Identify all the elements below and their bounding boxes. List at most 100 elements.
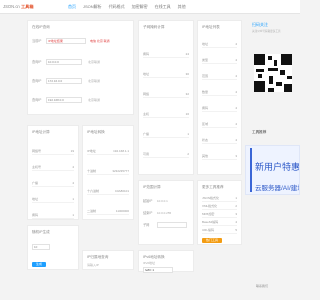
row-value: 192.168.1.1 bbox=[113, 149, 129, 153]
query-input[interactable]: 192.168.0.0 bbox=[46, 96, 82, 103]
lookup-result: 电信 北京 联通 bbox=[90, 38, 110, 43]
row-value: 4 bbox=[72, 165, 74, 169]
generate-button[interactable]: 生成 bbox=[32, 262, 46, 267]
tool-value: 2 bbox=[235, 204, 237, 208]
list-row: 类型 4 bbox=[202, 57, 237, 64]
row-label: 十进制 bbox=[87, 169, 97, 173]
nav-format[interactable]: 代码格式 bbox=[109, 4, 125, 10]
row-label: 掩码 bbox=[143, 52, 150, 56]
tool-value: 5 bbox=[235, 228, 237, 232]
tool-item[interactable]: Base64编码 4 bbox=[202, 219, 237, 226]
convert-row: IP地址 192.168.1.1 bbox=[87, 148, 129, 155]
row-value: 4 bbox=[235, 74, 237, 78]
mask-row: 主机 16 bbox=[143, 111, 189, 118]
row-label: 类型 bbox=[202, 58, 209, 62]
promo-banner[interactable]: 新用户特惠专 云服务器/AI/建站 bbox=[245, 145, 300, 195]
row-value: 4 bbox=[235, 106, 237, 110]
panel-title: 更多工具推荐 bbox=[202, 185, 224, 189]
row-value: 11000000 bbox=[115, 209, 129, 213]
row-label: 数量 bbox=[202, 90, 209, 94]
hot-tools-button[interactable]: 热门工具 bbox=[202, 238, 222, 243]
query-label: 查询IP bbox=[32, 79, 42, 83]
panel-title: IP地址转换 bbox=[87, 130, 105, 134]
row-label: 广播 bbox=[32, 181, 39, 185]
list-row: 数量 4 bbox=[202, 89, 237, 96]
ip-location-panel: IP归属地查询 请输入IP bbox=[82, 250, 134, 270]
tool-item[interactable]: JSON格式化 1 bbox=[202, 195, 237, 202]
range-value: 10.0.0.1 bbox=[157, 198, 168, 203]
panel-title: IPv6地址转换 bbox=[143, 255, 165, 259]
convert-row: 二进制 11000000 bbox=[87, 208, 129, 215]
banner-accent bbox=[250, 148, 252, 192]
cidr-row: 网络号 19 bbox=[32, 148, 74, 155]
location-input[interactable]: 请输入IP bbox=[87, 263, 99, 267]
row-value: 1 bbox=[72, 197, 74, 201]
list-row: 范围 4 bbox=[202, 73, 237, 80]
query-row: 查询IP 192.168.0.0 北京联通 bbox=[32, 96, 100, 103]
row-value: 4 bbox=[235, 90, 237, 94]
panel-title: 在线IP查询 bbox=[32, 25, 50, 29]
convert-panel: IP地址转换 IP地址 192.168.1.1 十进制 3232235777 十六进… bbox=[82, 125, 134, 220]
lookup-input[interactable]: IP地址结果 bbox=[46, 37, 86, 44]
cidr-row: 地址 1 bbox=[32, 196, 74, 203]
tool-item[interactable]: MD5加密 3 bbox=[202, 211, 237, 218]
cidr-row: 掩码 1 bbox=[32, 212, 74, 219]
nav-json[interactable]: JSON解析 bbox=[83, 4, 102, 10]
mask-row: 网络 32 bbox=[143, 91, 189, 98]
row-value: 3232235777 bbox=[112, 169, 129, 173]
query-label: 查询IP bbox=[32, 60, 42, 64]
row-value: 16 bbox=[185, 112, 189, 116]
row-value: 1 bbox=[187, 132, 189, 136]
site-logo[interactable]: JSON.cn 工具箱 bbox=[3, 4, 34, 10]
row-label: 地址 bbox=[202, 42, 209, 46]
count-input[interactable]: 10 bbox=[32, 244, 50, 250]
range-value: 10.0.0.255 bbox=[157, 210, 172, 215]
nav-other[interactable]: 其他 bbox=[178, 4, 186, 10]
row-label: 可用 bbox=[143, 152, 150, 156]
tool-label: JSON格式化 bbox=[202, 196, 220, 200]
row-label: 广播 bbox=[143, 132, 150, 136]
query-row: 查询IP 10.0.0.0 北京联通 bbox=[32, 58, 100, 65]
row-value: 1 bbox=[72, 213, 74, 217]
banner-headline: 新用户特惠专 bbox=[255, 162, 300, 172]
list-row: 其他 3 bbox=[202, 153, 237, 160]
range-panel: IP范围计算 起始IP 10.0.0.1 结束IP 10.0.0.255 子网 bbox=[138, 180, 194, 245]
query-note: 北京联通 bbox=[88, 78, 101, 83]
row-value: 2 bbox=[187, 152, 189, 156]
more-tools-title: 工具推荐 bbox=[252, 130, 267, 134]
row-value: C0A80101 bbox=[114, 189, 129, 193]
panel-title: IP地址计算 bbox=[32, 130, 50, 134]
contact-link[interactable]: 联系我们 bbox=[256, 284, 268, 288]
row-value: 4 bbox=[235, 58, 237, 62]
tool-label: XML格式化 bbox=[202, 204, 218, 208]
list-row: 地址 4 bbox=[202, 41, 237, 48]
tool-value: 1 bbox=[235, 196, 237, 200]
row-label: 二进制 bbox=[87, 209, 97, 213]
tool-item[interactable]: URL编码 5 bbox=[202, 227, 237, 234]
row-label: 掩码 bbox=[32, 213, 39, 217]
range-select[interactable] bbox=[157, 221, 187, 228]
qr-code-icon bbox=[254, 54, 292, 92]
ip-query-panel: 在线IP查询 当前IP IP地址结果 电信 北京 联通 查询IP 10.0.0.… bbox=[27, 20, 134, 115]
logo-mark: 工具箱 bbox=[20, 4, 34, 9]
row-label: 状态 bbox=[202, 138, 209, 142]
range-select-row: 子网 bbox=[143, 221, 187, 228]
panel-title: 子网掩码计算 bbox=[143, 25, 165, 29]
tool-value: 4 bbox=[235, 220, 237, 224]
nav-home[interactable]: 首页 bbox=[68, 4, 76, 10]
nav-online[interactable]: 在线工具 bbox=[155, 4, 171, 10]
row-label: 范围 bbox=[202, 74, 209, 78]
convert-row: 十六进制 C0A80101 bbox=[87, 188, 129, 195]
query-input[interactable]: 10.0.0.0 bbox=[46, 58, 82, 65]
nav-crypto[interactable]: 加密解密 bbox=[132, 4, 148, 10]
query-label: 查询IP bbox=[32, 98, 42, 102]
row-value: 32 bbox=[185, 92, 189, 96]
tool-item[interactable]: XML格式化 2 bbox=[202, 203, 237, 210]
top-bar: JSON.cn 工具箱 首页 JSON解析 代码格式 加密解密 在线工具 其他 bbox=[0, 0, 300, 14]
cidr-panel: IP地址计算 网络号 19 主机号 4 广播 4 地址 1 掩码 1 bbox=[27, 125, 79, 220]
query-input[interactable]: 172.16.0.0 bbox=[46, 77, 82, 84]
mask-row: 掩码 24 bbox=[143, 51, 189, 58]
row-value: 3 bbox=[235, 154, 237, 158]
ipv6-input[interactable]: fe80::1 bbox=[143, 267, 173, 273]
row-label: 区域 bbox=[202, 122, 209, 126]
